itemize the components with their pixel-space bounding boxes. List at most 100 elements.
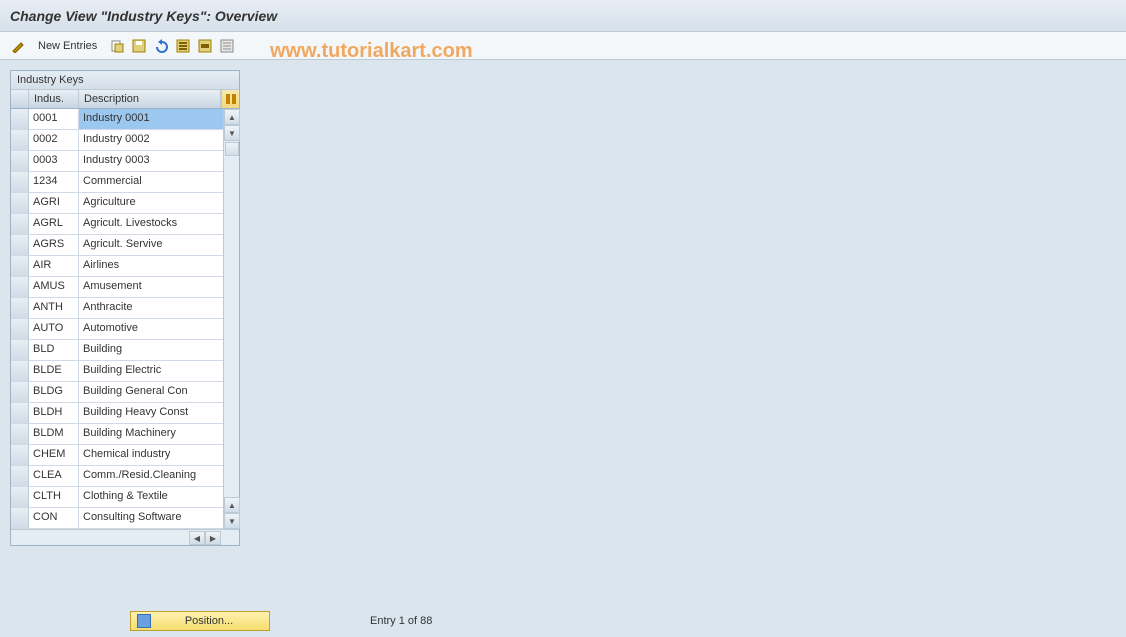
cell-indus[interactable]: AUTO (29, 319, 79, 339)
table-row[interactable]: 0002Industry 0002 (11, 130, 223, 151)
cell-description[interactable]: Industry 0002 (79, 130, 223, 150)
copy-icon[interactable] (109, 38, 125, 54)
new-entries-button[interactable]: New Entries (32, 38, 103, 54)
table-row[interactable]: AGRSAgricult. Servive (11, 235, 223, 256)
cell-description[interactable]: Automotive (79, 319, 223, 339)
cell-description[interactable]: Amusement (79, 277, 223, 297)
row-selector[interactable] (11, 445, 29, 465)
cell-description[interactable]: Building Heavy Const (79, 403, 223, 423)
row-selector[interactable] (11, 508, 29, 528)
table-row[interactable]: 1234Commercial (11, 172, 223, 193)
cell-indus[interactable]: 0002 (29, 130, 79, 150)
table-config-icon[interactable] (221, 90, 239, 108)
scroll-up-icon[interactable]: ▲ (224, 109, 240, 125)
cell-indus[interactable]: AIR (29, 256, 79, 276)
deselect-icon[interactable] (219, 38, 235, 54)
table-row[interactable]: BLDGBuilding General Con (11, 382, 223, 403)
save-icon[interactable] (131, 38, 147, 54)
row-selector[interactable] (11, 487, 29, 507)
cell-indus[interactable]: BLDH (29, 403, 79, 423)
cell-indus[interactable]: ANTH (29, 298, 79, 318)
table-row[interactable]: AGRIAgriculture (11, 193, 223, 214)
cell-description[interactable]: Industry 0003 (79, 151, 223, 171)
cell-description[interactable]: Agriculture (79, 193, 223, 213)
table-row[interactable]: CLTHClothing & Textile (11, 487, 223, 508)
cell-indus[interactable]: BLD (29, 340, 79, 360)
row-selector[interactable] (11, 235, 29, 255)
table-row[interactable]: BLDMBuilding Machinery (11, 424, 223, 445)
row-selector[interactable] (11, 214, 29, 234)
scroll-thumb[interactable] (225, 142, 239, 156)
selectall-icon[interactable] (175, 38, 191, 54)
selectblock-icon[interactable] (197, 38, 213, 54)
row-selector-header[interactable] (11, 90, 29, 108)
cell-description[interactable]: Agricult. Livestocks (79, 214, 223, 234)
column-header-description[interactable]: Description (79, 90, 221, 108)
cell-description[interactable]: Building Electric (79, 361, 223, 381)
table-row[interactable]: ANTHAnthracite (11, 298, 223, 319)
cell-description[interactable]: Industry 0001 (79, 109, 223, 129)
cell-description[interactable]: Comm./Resid.Cleaning (79, 466, 223, 486)
cell-description[interactable]: Consulting Software (79, 508, 223, 528)
cell-description[interactable]: Clothing & Textile (79, 487, 223, 507)
row-selector[interactable] (11, 298, 29, 318)
row-selector[interactable] (11, 109, 29, 129)
row-selector[interactable] (11, 151, 29, 171)
cell-description[interactable]: Agricult. Servive (79, 235, 223, 255)
table-row[interactable]: AUTOAutomotive (11, 319, 223, 340)
row-selector[interactable] (11, 340, 29, 360)
cell-indus[interactable]: BLDG (29, 382, 79, 402)
cell-indus[interactable]: CHEM (29, 445, 79, 465)
table-row[interactable]: BLDHBuilding Heavy Const (11, 403, 223, 424)
scroll-down-icon[interactable]: ▼ (224, 125, 240, 141)
cell-indus[interactable]: 0003 (29, 151, 79, 171)
row-selector[interactable] (11, 424, 29, 444)
cell-indus[interactable]: AGRI (29, 193, 79, 213)
cell-indus[interactable]: 1234 (29, 172, 79, 192)
table-row[interactable]: BLDBuilding (11, 340, 223, 361)
row-selector[interactable] (11, 403, 29, 423)
horizontal-scrollbar[interactable]: ◀ ▶ (11, 529, 239, 545)
cell-indus[interactable]: AGRS (29, 235, 79, 255)
position-button[interactable]: Position... (130, 611, 270, 631)
undo-icon[interactable] (153, 38, 169, 54)
row-selector[interactable] (11, 256, 29, 276)
table-row[interactable]: BLDEBuilding Electric (11, 361, 223, 382)
cell-description[interactable]: Commercial (79, 172, 223, 192)
scroll-left-icon[interactable]: ◀ (189, 531, 205, 545)
pencil-icon[interactable] (10, 38, 26, 54)
table-row[interactable]: CLEAComm./Resid.Cleaning (11, 466, 223, 487)
table-row[interactable]: 0003Industry 0003 (11, 151, 223, 172)
table-row[interactable]: CHEMChemical industry (11, 445, 223, 466)
row-selector[interactable] (11, 466, 29, 486)
row-selector[interactable] (11, 193, 29, 213)
row-selector[interactable] (11, 361, 29, 381)
cell-indus[interactable]: CON (29, 508, 79, 528)
table-row[interactable]: AMUSAmusement (11, 277, 223, 298)
table-row[interactable]: 0001Industry 0001 (11, 109, 223, 130)
cell-indus[interactable]: CLTH (29, 487, 79, 507)
cell-description[interactable]: Chemical industry (79, 445, 223, 465)
scroll-up2-icon[interactable]: ▲ (224, 497, 240, 513)
table-row[interactable]: AGRLAgricult. Livestocks (11, 214, 223, 235)
table-row[interactable]: CONConsulting Software (11, 508, 223, 529)
cell-description[interactable]: Airlines (79, 256, 223, 276)
row-selector[interactable] (11, 172, 29, 192)
cell-description[interactable]: Anthracite (79, 298, 223, 318)
cell-indus[interactable]: CLEA (29, 466, 79, 486)
cell-indus[interactable]: AMUS (29, 277, 79, 297)
cell-indus[interactable]: 0001 (29, 109, 79, 129)
scroll-track[interactable] (224, 141, 239, 497)
column-header-indus[interactable]: Indus. (29, 90, 79, 108)
cell-indus[interactable]: BLDM (29, 424, 79, 444)
row-selector[interactable] (11, 277, 29, 297)
cell-description[interactable]: Building General Con (79, 382, 223, 402)
cell-indus[interactable]: BLDE (29, 361, 79, 381)
row-selector[interactable] (11, 382, 29, 402)
cell-indus[interactable]: AGRL (29, 214, 79, 234)
scroll-down2-icon[interactable]: ▼ (224, 513, 240, 529)
cell-description[interactable]: Building (79, 340, 223, 360)
cell-description[interactable]: Building Machinery (79, 424, 223, 444)
table-row[interactable]: AIRAirlines (11, 256, 223, 277)
scroll-right-icon[interactable]: ▶ (205, 531, 221, 545)
